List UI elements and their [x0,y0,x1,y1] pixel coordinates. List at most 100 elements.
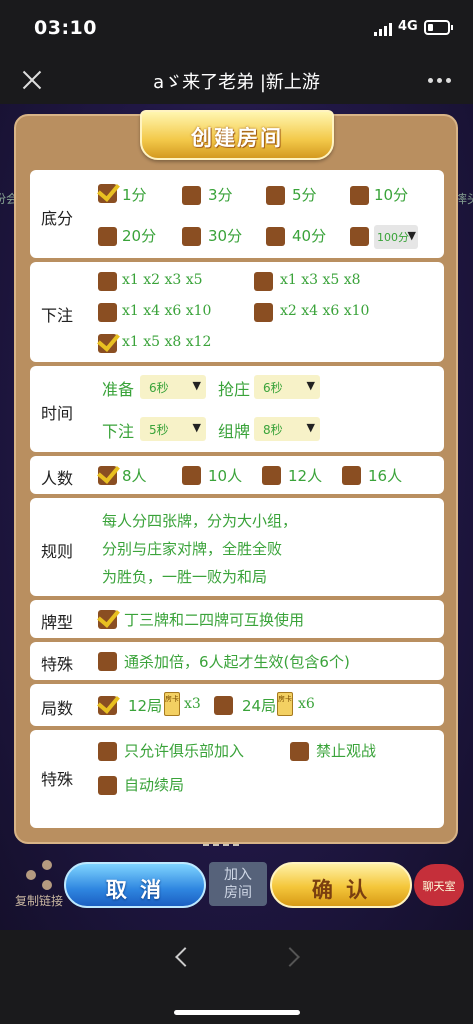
option-label: x2 x4 x6 x10 [280,303,370,319]
checkbox-xiazhu-4[interactable] [254,303,273,322]
battery-icon [424,20,453,35]
row-paixing: 牌型 丁三牌和二四牌可互换使用 [30,600,444,638]
forward-icon[interactable] [280,947,300,967]
row-teshu-2: 特殊 只允许俱乐部加入 禁止观战 自动续局 [30,730,444,828]
checkbox-renshu-10[interactable] [182,466,201,485]
checkbox-difen-40[interactable] [266,227,285,246]
game-area: 份会 摔头 创建房间 底分 1分 3分 5分 10分 20分 30分 40分 1… [0,104,473,930]
rule-line: 分别与庄家对牌，全胜全败 [102,540,283,558]
option-label: 16人 [368,467,403,485]
checkbox-club-only[interactable] [98,742,117,761]
zhunbei-label: 准备 [102,380,135,399]
xiazhu-time-label: 下注 [102,422,135,441]
checkbox-difen-20[interactable] [98,227,117,246]
option-label: x1 x3 x5 x8 [280,272,361,288]
checkbox-difen-30[interactable] [182,227,201,246]
checkbox-xiazhu-1[interactable] [98,272,117,291]
checkbox-renshu-16[interactable] [342,466,361,485]
join-room-button[interactable]: 加入 房间 [209,862,267,906]
checkbox-difen-100[interactable] [350,227,369,246]
row-label: 牌型 [41,613,74,632]
status-bar: 03:10 4G [0,0,473,56]
close-icon[interactable] [20,68,44,92]
zupai-label: 组牌 [218,422,251,441]
row-xiazhu: 下注 x1 x2 x3 x5 x1 x3 x5 x8 x1 x4 x6 x10 … [30,262,444,362]
row-teshu-1: 特殊 通杀加倍，6人起才生效(包含6个) [30,642,444,680]
option-label: 通杀加倍，6人起才生效(包含6个) [124,653,350,671]
checkbox-paixing[interactable] [98,610,117,629]
row-label: 时间 [41,404,74,423]
cancel-button[interactable]: 取 消 [64,862,206,908]
qiangzhuang-label: 抢庄 [218,380,251,399]
option-label: 丁三牌和二四牌可互换使用 [124,611,305,629]
option-label: 20分 [122,227,157,245]
select-difen[interactable]: 100分 [374,225,418,249]
dialog-banner: 创建房间 [140,110,334,160]
option-label: 1分 [122,186,147,204]
room-card-icon: 房卡 [277,692,293,716]
network-type: 4G [398,19,418,34]
checkbox-renshu-12[interactable] [262,466,281,485]
rule-line: 为胜负，一胜一败为和局 [102,568,268,586]
title-bar: aゞ来了老弟 |新上游 [0,56,473,104]
checkbox-jushu-24[interactable] [214,696,233,715]
checkbox-xiazhu-2[interactable] [254,272,273,291]
select-zupai[interactable]: 8秒 [254,417,320,441]
option-label: 12人 [288,467,323,485]
option-label: 10人 [208,467,243,485]
page-title: aゞ来了老弟 |新上游 [153,72,320,93]
confirm-button[interactable]: 确 认 [270,862,412,908]
status-time: 03:10 [34,17,97,39]
row-jushu: 局数 12局 房卡 x3 24局 房卡 x6 [30,684,444,726]
checkbox-jushu-12[interactable] [98,696,117,715]
row-renshu: 人数 8人 10人 12人 16人 [30,456,444,494]
option-label: 12局 [128,697,163,715]
row-label: 特殊 [41,770,74,789]
drag-handle [203,844,239,848]
checkbox-difen-5[interactable] [266,186,285,205]
checkbox-no-spectate[interactable] [290,742,309,761]
option-label: 3分 [208,186,233,204]
checkbox-renshu-8[interactable] [98,466,117,485]
option-label: x1 x2 x3 x5 [122,272,203,288]
option-label: 40分 [292,227,327,245]
checkbox-xiazhu-5[interactable] [98,334,117,353]
checkbox-difen-3[interactable] [182,186,201,205]
dialog-title: 创建房间 [191,126,283,150]
option-label: 8人 [122,467,147,485]
rule-line: 每人分四张牌，分为大小组， [102,512,298,530]
option-label: 自动续局 [124,776,185,794]
checkbox-tongsha[interactable] [98,652,117,671]
row-label: 规则 [41,542,74,561]
select-xiazhu-time[interactable]: 5秒 [140,417,206,441]
multiplier-label: x6 [298,696,315,712]
more-icon[interactable] [428,78,452,84]
checkbox-difen-10[interactable] [350,186,369,205]
chat-room-button[interactable]: 聊天室 [414,864,464,906]
join-label-1: 加入 [224,867,252,883]
row-label: 下注 [41,306,74,325]
share-icon [24,860,54,890]
option-label: x1 x4 x6 x10 [122,303,212,319]
browser-nav-bar [0,930,473,1024]
select-zhunbei[interactable]: 6秒 [140,375,206,399]
back-icon[interactable] [175,947,195,967]
room-card-icon: 房卡 [164,692,180,716]
option-label: 30分 [208,227,243,245]
join-label-2: 房间 [224,885,252,901]
option-label: 禁止观战 [316,742,377,760]
row-label: 特殊 [41,655,74,674]
checkbox-auto-continue[interactable] [98,776,117,795]
option-label: 只允许俱乐部加入 [124,742,245,760]
row-label: 人数 [41,469,74,488]
row-time: 时间 准备 6秒 抢庄 6秒 下注 5秒 组牌 8秒 [30,366,444,452]
option-label: 24局 [242,697,277,715]
signal-icon [374,22,394,36]
option-label: x1 x5 x8 x12 [122,334,212,350]
multiplier-label: x3 [184,696,201,712]
checkbox-xiazhu-3[interactable] [98,303,117,322]
select-qiangzhuang[interactable]: 6秒 [254,375,320,399]
row-label: 底分 [41,209,74,228]
checkbox-difen-1[interactable] [98,184,117,203]
row-guize: 规则 每人分四张牌，分为大小组， 分别与庄家对牌，全胜全败 为胜负，一胜一败为和… [30,498,444,596]
